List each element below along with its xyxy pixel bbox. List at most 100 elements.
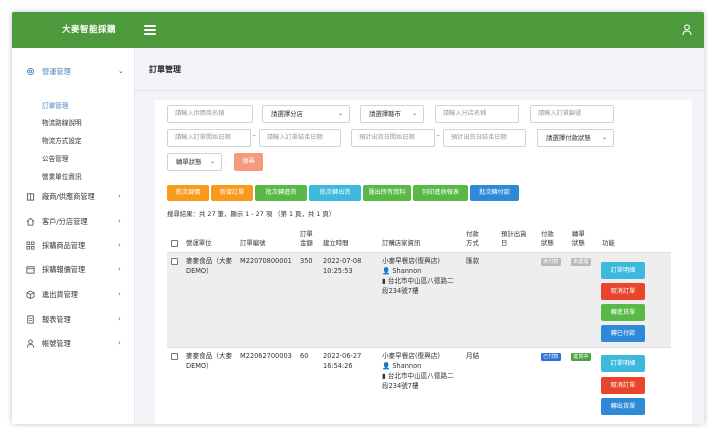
- new-order-button[interactable]: 新增訂單: [211, 185, 253, 201]
- address-text: 台北市中山區八德路二 段234號7樓: [382, 372, 454, 390]
- batch-adjust-button[interactable]: 批次調價: [167, 185, 209, 201]
- order-start-date-input[interactable]: 請輸入訂單開始日期: [167, 129, 251, 147]
- sidebar-item-label: 營運管理: [42, 67, 71, 76]
- order-details-button[interactable]: 訂單明細: [601, 262, 645, 279]
- pay-status-badge: 未付款: [541, 258, 561, 266]
- sidebar-item-suppliers[interactable]: 廠商/供應商管理 ›: [12, 189, 135, 205]
- sidebar-item-operations[interactable]: 營運管理 ⌄: [12, 64, 135, 80]
- search-button[interactable]: 搜尋: [234, 153, 263, 171]
- city-select[interactable]: 請選擇縣市 ⌄: [360, 105, 424, 123]
- store-name-input[interactable]: 請輸入分店名稱: [435, 105, 519, 123]
- date-range-separator: -: [253, 132, 256, 140]
- sidebar-item-label: 採購商品管理: [42, 241, 86, 250]
- select-all-checkbox[interactable]: [171, 240, 178, 247]
- top-bar: 大麥智能採購: [12, 12, 704, 48]
- print-receipt-report-button[interactable]: 列印進收報表: [413, 185, 468, 201]
- chevron-right-icon: ›: [118, 241, 121, 249]
- chevron-down-icon: ⌄: [601, 134, 607, 141]
- mark-paid-button[interactable]: 轉已付款: [601, 325, 645, 342]
- brand-title[interactable]: 大麥智能採購: [44, 23, 134, 35]
- chevron-right-icon: ›: [118, 315, 121, 323]
- supplier-name-input[interactable]: 請輸入供應商名稱: [167, 105, 253, 123]
- sidebar-item-label: 進出貨管理: [42, 290, 78, 299]
- payment-status-select[interactable]: 請選擇付款狀態 ⌄: [537, 129, 614, 147]
- branch-select[interactable]: 請選擇分店 ⌄: [262, 105, 350, 123]
- row-checkbox[interactable]: [171, 353, 178, 360]
- transfer-status-badge: 未處理: [571, 258, 591, 266]
- building-icon: ▮: [382, 372, 386, 380]
- cell-contact: 👤 Shannon: [382, 361, 421, 371]
- sidebar-subitem-logistics-routes[interactable]: 物流路線說明: [42, 117, 82, 127]
- order-end-date-input[interactable]: 請輸入訂單結束日期: [259, 129, 341, 147]
- cell-created: 2022-07-08 10:25:53: [323, 257, 362, 275]
- address-text: 台北市中山區八德路二 段234號7樓: [382, 277, 454, 295]
- batch-pay-button[interactable]: 批次轉付款: [470, 185, 519, 201]
- user-icon: [26, 339, 35, 348]
- box-icon: [26, 290, 35, 299]
- chevron-down-icon: ⌄: [337, 110, 343, 117]
- person-icon: 👤: [382, 362, 391, 370]
- cell-order-no: M22062700003: [240, 352, 292, 360]
- chevron-right-icon: ›: [118, 339, 121, 347]
- person-icon: 👤: [382, 267, 391, 275]
- column-header-unit: 營運單位: [186, 239, 212, 247]
- cell-amount: 350: [300, 257, 313, 265]
- sidebar-subitem-orders[interactable]: 訂單管理: [42, 100, 68, 110]
- ship-start-date-input[interactable]: 預計出貨日開始日期: [351, 129, 435, 147]
- sidebar-item-products[interactable]: 採購商品管理 ›: [12, 238, 135, 254]
- row-checkbox[interactable]: [171, 258, 178, 265]
- batch-receive-button[interactable]: 批次轉進貨: [255, 185, 307, 201]
- chevron-down-icon: ⌄: [209, 158, 215, 165]
- cell-unit: 麥麥食品（大麥 DEMO）: [186, 352, 233, 370]
- column-header-amount: 訂單 金額: [300, 230, 313, 247]
- sidebar-subitem-logistics-methods[interactable]: 物流方式設定: [42, 135, 82, 145]
- transfer-status-badge: 進貨中: [571, 353, 591, 361]
- branch-select-value: 請選擇分店: [271, 110, 303, 118]
- sidebar-item-label: 帳號管理: [42, 339, 71, 348]
- user-icon[interactable]: [682, 24, 692, 36]
- sidebar-item-quotes[interactable]: 採購報價管理 ›: [12, 262, 135, 278]
- export-all-button[interactable]: 匯出所有資料: [363, 185, 411, 201]
- document-icon: [27, 315, 34, 324]
- home-icon: [26, 217, 35, 226]
- sidebar-item-label: 報表管理: [42, 315, 71, 324]
- sidebar: 營運管理 ⌄ 訂單管理 物流路線說明 物流方式設定 公告管理 營業單位資訊 廠商…: [12, 48, 135, 424]
- cancel-order-button[interactable]: 取消訂單: [601, 283, 645, 300]
- batch-ship-button[interactable]: 批次轉出貨: [309, 185, 361, 201]
- page-title: 訂單管理: [149, 65, 181, 74]
- sidebar-item-accounts[interactable]: 帳號管理 ›: [12, 336, 135, 352]
- column-header-pay-status: 付款 狀態: [541, 230, 554, 247]
- divider: [135, 90, 704, 91]
- column-header-functions: 功能: [602, 239, 615, 247]
- column-header-pay-method: 付款 方式: [466, 230, 479, 247]
- sidebar-subitem-business-units[interactable]: 營業單位資訊: [42, 171, 82, 181]
- sidebar-item-label: 採購報價管理: [42, 265, 86, 274]
- sidebar-item-shipping[interactable]: 進出貨管理 ›: [12, 287, 135, 303]
- convert-to-shipment-button[interactable]: 轉出貨單: [601, 398, 645, 415]
- date-range-separator: -: [437, 132, 440, 140]
- sidebar-subitem-announcements[interactable]: 公告管理: [42, 153, 68, 163]
- sidebar-item-reports[interactable]: 報表管理 ›: [12, 312, 135, 328]
- transfer-status-value: 轉單狀態: [176, 158, 202, 166]
- chevron-down-icon: ⌄: [411, 110, 417, 117]
- city-select-value: 請選擇縣市: [369, 110, 401, 118]
- convert-to-receipt-button[interactable]: 轉進貨單: [601, 304, 645, 321]
- sidebar-item-customers[interactable]: 客戶/分店管理 ›: [12, 214, 135, 230]
- contact-name: Shannon: [392, 267, 422, 275]
- cancel-order-button[interactable]: 取消訂單: [601, 377, 645, 394]
- contact-name: Shannon: [392, 362, 422, 370]
- order-number-input[interactable]: 請輸入訂單編號: [530, 105, 614, 123]
- cell-amount: 60: [300, 352, 309, 360]
- cell-created: 2022-06-27 16:54:26: [323, 352, 362, 370]
- transfer-status-select[interactable]: 轉單狀態 ⌄: [167, 153, 222, 171]
- order-details-button[interactable]: 訂單明細: [601, 355, 645, 372]
- payment-status-value: 請選擇付款狀態: [546, 134, 591, 142]
- cell-store-name: 小麥早餐店(復興店): [382, 352, 440, 360]
- hamburger-menu-icon[interactable]: [144, 25, 156, 35]
- sidebar-item-label: 客戶/分店管理: [42, 217, 88, 226]
- chevron-right-icon: ›: [118, 192, 121, 200]
- column-header-order-no: 訂單編號: [240, 239, 266, 247]
- ship-end-date-input[interactable]: 預計出貨日結束日期: [443, 129, 526, 147]
- cell-address: ▮ 台北市中山區八德路二 段234號7樓: [382, 276, 454, 296]
- column-header-transfer-status: 轉單 狀態: [572, 230, 585, 247]
